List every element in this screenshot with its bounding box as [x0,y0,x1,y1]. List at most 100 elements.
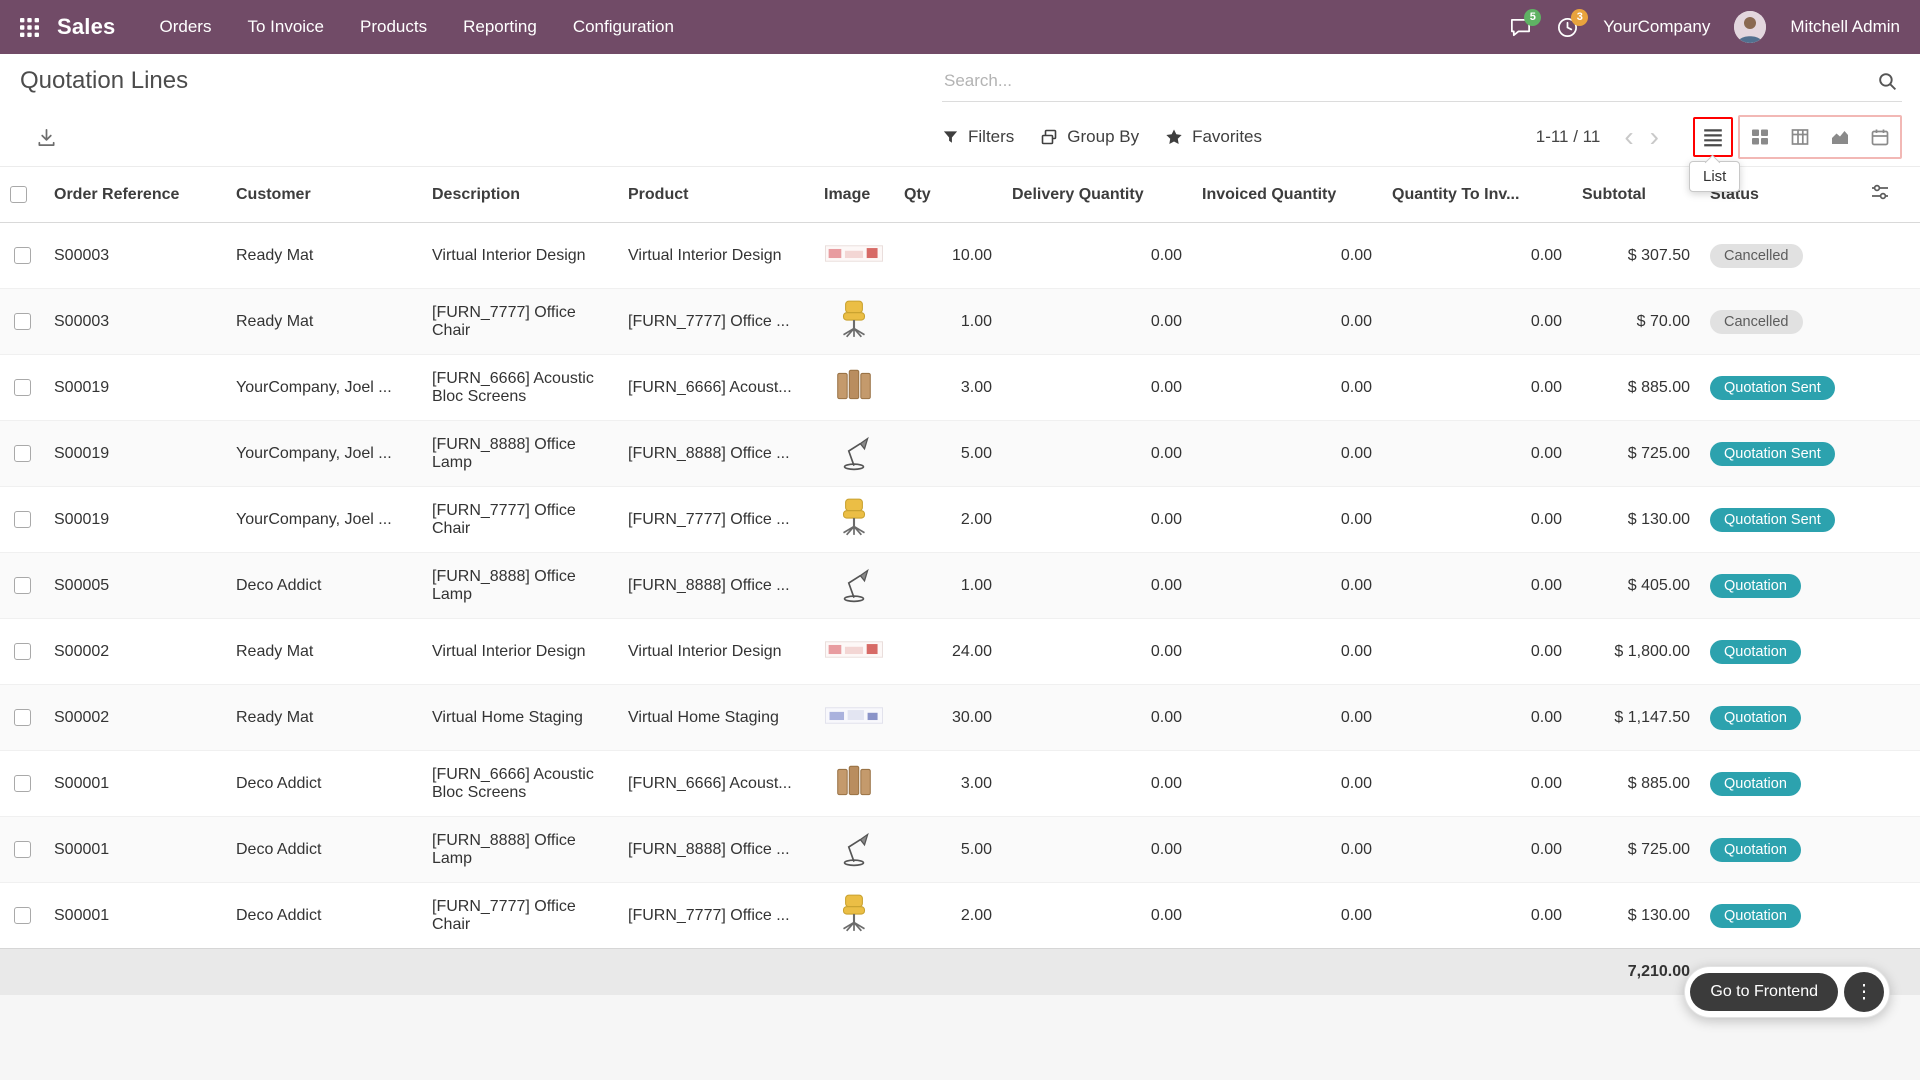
table-body: S00003Ready MatVirtual Interior DesignVi… [0,223,1920,949]
column-header-quantity_to_invoice[interactable]: Quantity To Inv... [1382,167,1572,223]
column-header-description[interactable]: Description [422,167,618,223]
row-checkbox[interactable] [14,709,31,726]
table-row[interactable]: S00019YourCompany, Joel ...[FURN_7777] O… [0,487,1920,553]
messages-icon[interactable]: 5 [1509,16,1532,39]
optional-columns-header[interactable] [1860,167,1920,223]
row-checkbox[interactable] [14,907,31,924]
favorites-button[interactable]: Favorites [1165,127,1262,147]
company-switcher[interactable]: YourCompany [1603,17,1710,37]
group-by-button[interactable]: Group By [1040,127,1139,147]
nav-menu-configuration[interactable]: Configuration [573,17,674,37]
cell-customer: Ready Mat [226,685,422,751]
search-input[interactable] [942,61,1902,102]
row-select-cell [0,553,44,619]
view-switch-graph[interactable] [1820,117,1860,157]
select-all-checkbox[interactable] [10,186,27,203]
cell-invoiced-quantity: 0.00 [1192,751,1382,817]
cell-image [814,817,894,883]
column-header-order_reference[interactable]: Order Reference [44,167,226,223]
apps-grid-icon[interactable] [20,18,39,37]
search-box [942,61,1902,102]
navbar-right: 5 3 YourCompany Mitchell Admin [1509,11,1900,43]
user-menu[interactable]: Mitchell Admin [1790,17,1900,37]
row-select-cell [0,355,44,421]
row-checkbox[interactable] [14,643,31,660]
table-row[interactable]: S00001Deco Addict[FURN_8888] Office Lamp… [0,817,1920,883]
row-checkbox[interactable] [14,841,31,858]
pager-next-button[interactable]: › [1642,123,1667,151]
top-navbar: Sales Orders To Invoice Products Reporting C… [0,0,1920,54]
activities-count-badge: 3 [1571,9,1588,26]
table-row[interactable]: S00002Ready MatVirtual Home StagingVirtu… [0,685,1920,751]
table-row[interactable]: S00001Deco Addict[FURN_7777] Office Chai… [0,883,1920,949]
column-header-qty[interactable]: Qty [894,167,1002,223]
row-select-cell [0,421,44,487]
cell-qty: 24.00 [894,619,1002,685]
row-select-cell [0,685,44,751]
cell-description: Virtual Interior Design [422,223,618,289]
cell-subtotal: $ 307.50 [1572,223,1700,289]
nav-menu-reporting[interactable]: Reporting [463,17,537,37]
pager-previous-button[interactable]: ‹ [1616,123,1641,151]
status-badge: Quotation [1710,904,1801,928]
column-header-image[interactable]: Image [814,167,894,223]
cell-customer: Deco Addict [226,817,422,883]
graph-view-icon [1830,127,1850,147]
navbar-left: Sales Orders To Invoice Products Reporting C… [20,14,674,40]
export-icon[interactable] [36,127,57,148]
view-switch-kanban[interactable] [1740,117,1780,157]
table-row[interactable]: S00001Deco Addict[FURN_6666] Acoustic Bl… [0,751,1920,817]
cell-product: [FURN_7777] Office ... [618,487,814,553]
table-row[interactable]: S00019YourCompany, Joel ...[FURN_6666] A… [0,355,1920,421]
row-checkbox[interactable] [14,577,31,594]
column-header-subtotal[interactable]: Subtotal [1572,167,1700,223]
column-header-customer[interactable]: Customer [226,167,422,223]
cell-quantity-to-invoice: 0.00 [1382,289,1572,355]
nav-menu-products[interactable]: Products [360,17,427,37]
cell-delivery-quantity: 0.00 [1002,289,1192,355]
cell-delivery-quantity: 0.00 [1002,619,1192,685]
view-switch-list[interactable] [1693,117,1733,157]
kebab-menu-button[interactable]: ⋮ [1844,972,1884,1012]
cell-qty: 30.00 [894,685,1002,751]
column-header-invoiced_quantity[interactable]: Invoiced Quantity [1192,167,1382,223]
cell-description: [FURN_7777] Office Chair [422,487,618,553]
cell-order-reference: S00001 [44,883,226,949]
product-image-staging [825,707,883,724]
row-select-cell [0,289,44,355]
filters-button[interactable]: Filters [942,127,1014,147]
row-checkbox[interactable] [14,313,31,330]
search-buttons: Filters Group By Favorites [942,127,1262,147]
group-by-icon [1040,128,1058,146]
column-header-product[interactable]: Product [618,167,814,223]
avatar[interactable] [1734,11,1766,43]
nav-menu-to-invoice[interactable]: To Invoice [247,17,324,37]
table-footer-row: 7,210.00 [0,949,1920,995]
cell-delivery-quantity: 0.00 [1002,421,1192,487]
column-header-delivery_quantity[interactable]: Delivery Quantity [1002,167,1192,223]
row-checkbox[interactable] [14,247,31,264]
go-to-frontend-button[interactable]: Go to Frontend [1690,973,1838,1011]
table-row[interactable]: S00003Ready MatVirtual Interior DesignVi… [0,223,1920,289]
cell-status: Quotation [1700,685,1860,751]
row-checkbox[interactable] [14,511,31,528]
cell-subtotal: $ 725.00 [1572,421,1700,487]
status-badge: Quotation [1710,574,1801,598]
table-row[interactable]: S00003Ready Mat[FURN_7777] Office Chair[… [0,289,1920,355]
table-row[interactable]: S00005Deco Addict[FURN_8888] Office Lamp… [0,553,1920,619]
cell-qty: 5.00 [894,817,1002,883]
view-switch-pivot[interactable] [1780,117,1820,157]
row-checkbox[interactable] [14,445,31,462]
row-checkbox[interactable] [14,379,31,396]
row-checkbox[interactable] [14,775,31,792]
table-row[interactable]: S00002Ready MatVirtual Interior DesignVi… [0,619,1920,685]
activities-clock-icon[interactable]: 3 [1556,16,1579,39]
table-row[interactable]: S00019YourCompany, Joel ...[FURN_8888] O… [0,421,1920,487]
nav-menu-orders[interactable]: Orders [160,17,212,37]
search-icon[interactable] [1877,71,1898,92]
pivot-view-icon [1790,127,1810,147]
view-switch-calendar[interactable] [1860,117,1900,157]
cell-invoiced-quantity: 0.00 [1192,487,1382,553]
cell-status: Quotation [1700,883,1860,949]
app-name[interactable]: Sales [57,14,116,40]
